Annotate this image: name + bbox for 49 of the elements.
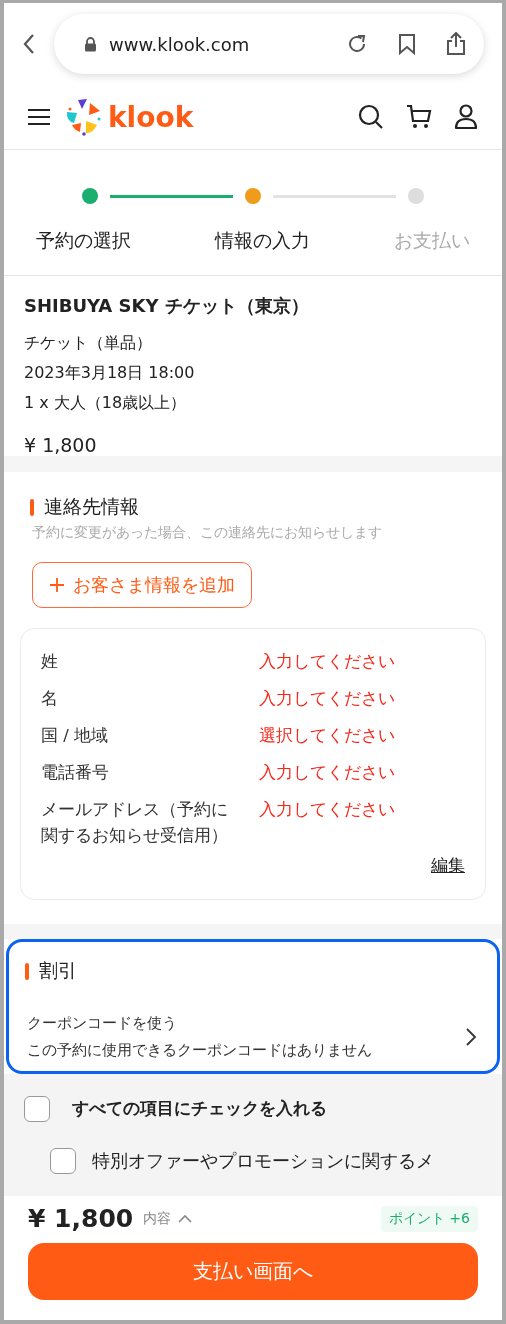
product-title: SHIBUYA SKY チケット（東京） bbox=[24, 294, 310, 318]
plus-icon bbox=[49, 577, 65, 593]
product-detail: 2023年3月18日 18:00 bbox=[24, 362, 196, 384]
chevron-right-icon[interactable] bbox=[465, 1027, 477, 1047]
field-label: メールアドレス（予約に関するお知らせ受信用） bbox=[41, 799, 229, 847]
field-label: 名 bbox=[41, 688, 59, 710]
total-price: ¥ 1,800 bbox=[28, 1204, 134, 1233]
edit-link[interactable]: 編集 bbox=[431, 854, 465, 877]
section-title: 割引 bbox=[15, 958, 487, 984]
product-detail: 1 x 大人（18歳以上） bbox=[24, 392, 188, 414]
reload-icon[interactable] bbox=[346, 33, 368, 55]
checkbox[interactable] bbox=[24, 1096, 50, 1122]
add-guest-button[interactable]: お客さま情報を追加 bbox=[32, 562, 252, 608]
product-detail: チケット（単品） bbox=[24, 332, 153, 354]
logo-text[interactable]: klook bbox=[108, 100, 194, 134]
field-value[interactable]: 入力してください bbox=[259, 686, 395, 712]
field-value[interactable]: 入力してください bbox=[259, 760, 395, 786]
checkbox[interactable] bbox=[50, 1148, 76, 1174]
search-icon[interactable] bbox=[358, 104, 384, 130]
menu-icon[interactable] bbox=[28, 108, 50, 126]
cart-icon[interactable] bbox=[406, 104, 432, 130]
points-badge: ポイント +6 bbox=[380, 1205, 478, 1232]
payment-button[interactable]: 支払い画面へ bbox=[28, 1243, 478, 1300]
address-bar[interactable]: www.klook.com bbox=[54, 14, 484, 74]
field-value[interactable]: 入力してください bbox=[259, 649, 395, 675]
step-label: お支払い bbox=[394, 228, 470, 253]
field-value[interactable]: 入力してください bbox=[259, 797, 395, 849]
discount-panel[interactable]: 割引 クーポンコードを使う この予約に使用できるクーポンコードはありません bbox=[6, 939, 500, 1074]
field-value[interactable]: 選択してください bbox=[259, 723, 395, 749]
caret-up-icon[interactable] bbox=[177, 1213, 194, 1224]
section-note: 予約に変更があった場合、この連絡先にお知らせします bbox=[32, 524, 383, 542]
lock-icon bbox=[84, 36, 97, 52]
field-label: 姓 bbox=[41, 651, 59, 673]
share-icon[interactable] bbox=[446, 32, 466, 56]
back-icon[interactable] bbox=[22, 33, 36, 55]
details-toggle[interactable]: 内容 bbox=[143, 1209, 172, 1228]
consent-label: 特別オファーやプロモーションに関するメ bbox=[92, 1150, 434, 1173]
section-title: 連絡先情報 bbox=[20, 494, 486, 520]
consent-label: すべての項目にチェックを入れる bbox=[72, 1098, 327, 1120]
user-icon[interactable] bbox=[454, 104, 478, 130]
field-label: 電話番号 bbox=[41, 762, 110, 784]
coupon-note: この予約に使用できるクーポンコードはありません bbox=[27, 1040, 372, 1061]
url-text: www.klook.com bbox=[109, 33, 251, 55]
bookmark-icon[interactable] bbox=[398, 33, 416, 55]
coupon-label: クーポンコードを使う bbox=[27, 1013, 178, 1034]
step-label: 情報の入力 bbox=[215, 228, 310, 253]
product-price: ¥ 1,800 bbox=[24, 434, 98, 456]
step-label: 予約の選択 bbox=[36, 228, 131, 253]
field-label: 国 / 地域 bbox=[41, 725, 110, 747]
